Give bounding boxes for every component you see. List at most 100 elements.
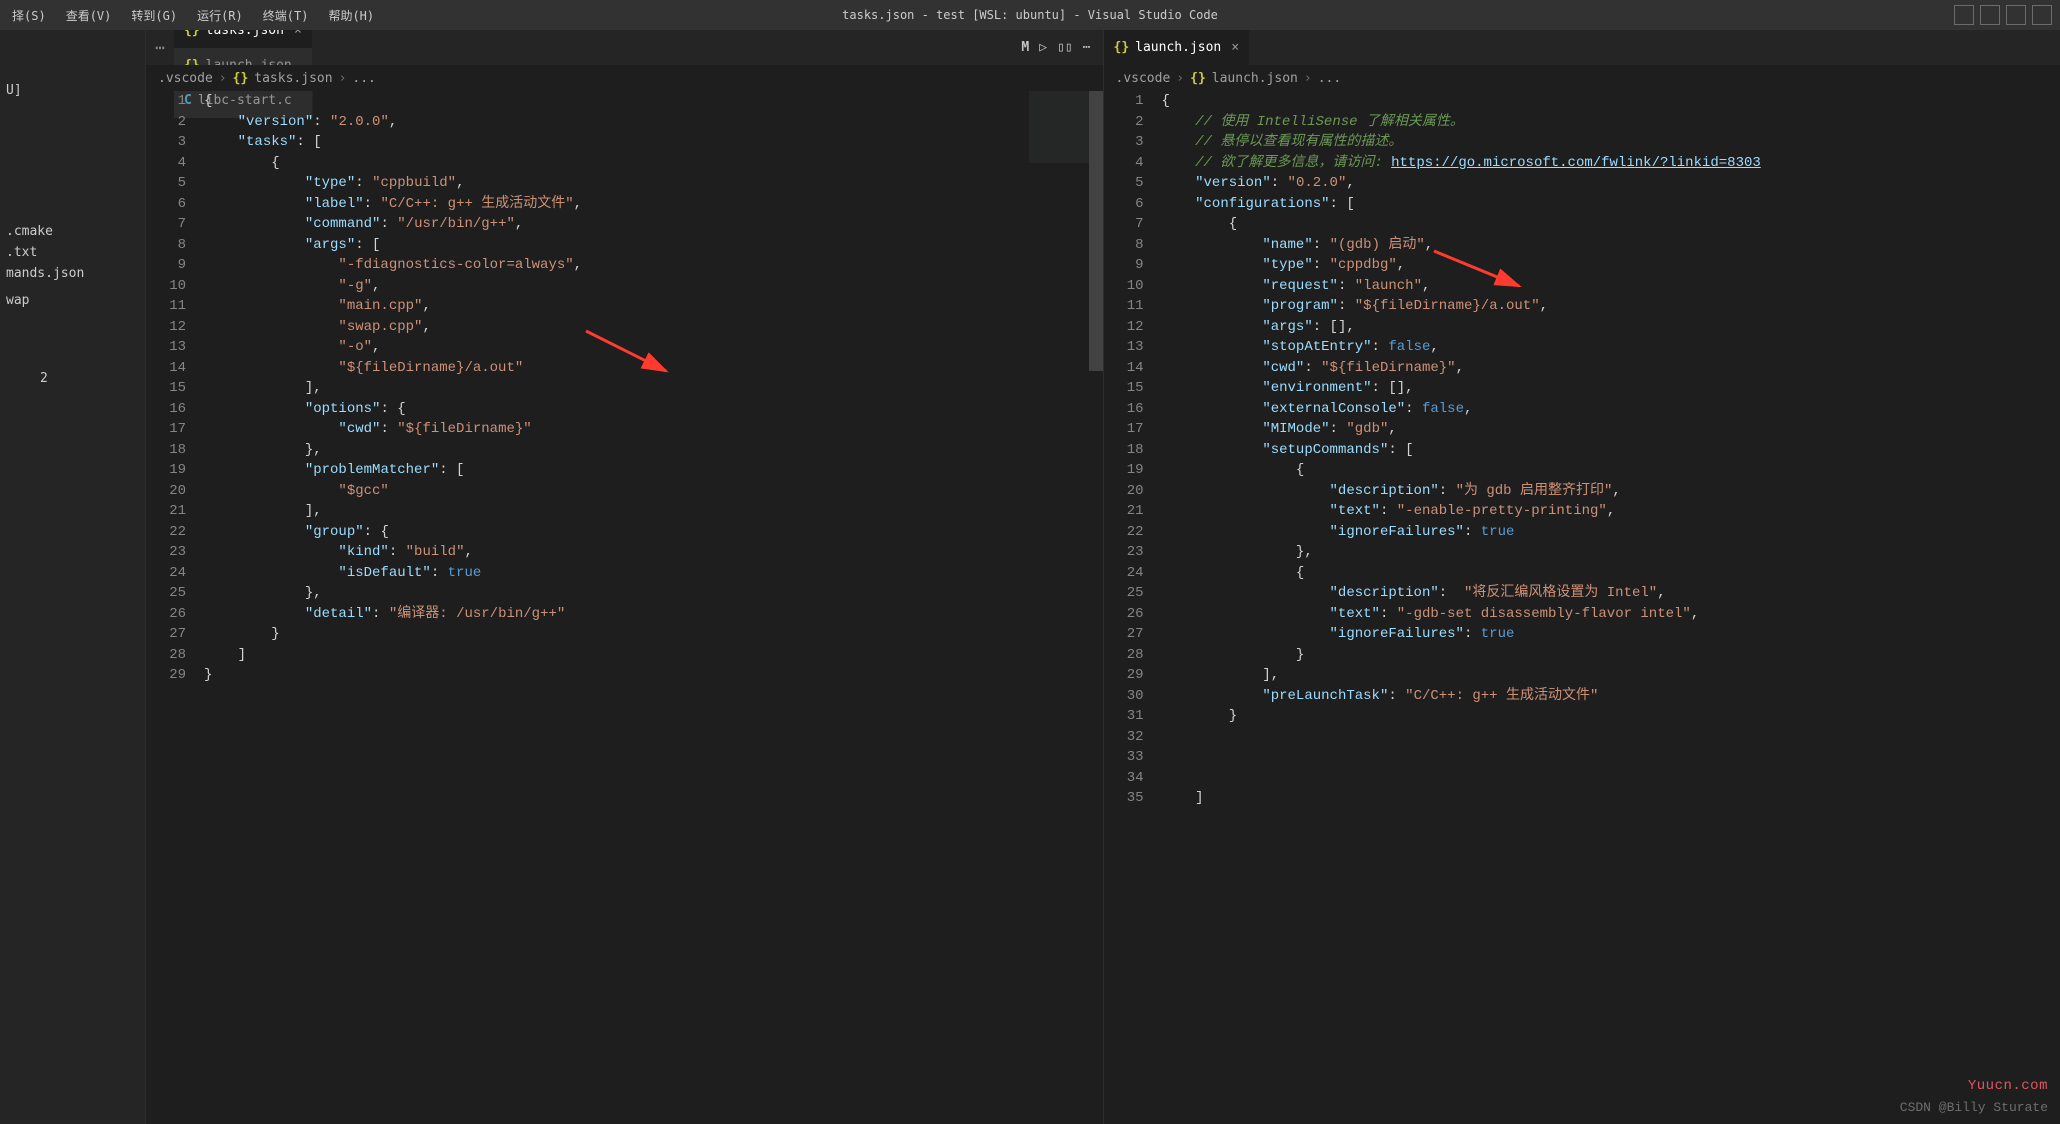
code-line[interactable]: "type": "cppbuild", xyxy=(204,173,1103,194)
code-line[interactable]: "group": { xyxy=(204,522,1103,543)
code-line[interactable]: "preLaunchTask": "C/C++: g++ 生成活动文件" xyxy=(1162,686,2060,707)
code-line[interactable]: "setupCommands": [ xyxy=(1162,440,2060,461)
markdown-icon[interactable]: M xyxy=(1021,40,1029,55)
code-line[interactable]: "main.cpp", xyxy=(204,296,1103,317)
code-line[interactable]: "kind": "build", xyxy=(204,542,1103,563)
layout-toggle-2[interactable] xyxy=(1980,5,2000,25)
layout-toggle-1[interactable] xyxy=(1954,5,1974,25)
code-line[interactable]: "${fileDirname}/a.out" xyxy=(204,358,1103,379)
sidebar-item[interactable]: mands.json xyxy=(0,263,145,284)
code-line[interactable]: "ignoreFailures": true xyxy=(1162,522,2060,543)
code-line[interactable]: "cwd": "${fileDirname}" xyxy=(204,419,1103,440)
code-line[interactable]: "detail": "编译器: /usr/bin/g++" xyxy=(204,604,1103,625)
code-line[interactable]: "description": "为 gdb 启用整齐打印", xyxy=(1162,481,2060,502)
code-line[interactable]: }, xyxy=(204,583,1103,604)
code-line[interactable]: "configurations": [ xyxy=(1162,194,2060,215)
breadcrumb-folder[interactable]: .vscode xyxy=(158,71,213,86)
breadcrumb[interactable]: .vscode › {} tasks.json › ... xyxy=(146,65,1103,91)
code-line[interactable]: { xyxy=(204,153,1103,174)
code-line[interactable]: ] xyxy=(204,645,1103,666)
editor-body[interactable]: 1234567891011121314151617181920212223242… xyxy=(146,91,1103,1124)
run-icon[interactable]: ▷ xyxy=(1039,40,1047,55)
tab-tasks-json[interactable]: {}tasks.json× xyxy=(174,30,313,48)
code-line[interactable]: "command": "/usr/bin/g++", xyxy=(204,214,1103,235)
tab-overflow-icon[interactable]: ⋯ xyxy=(146,38,174,57)
close-icon[interactable]: × xyxy=(1231,40,1239,55)
code-content[interactable]: { // 使用 IntelliSense 了解相关属性。 // 悬停以查看现有属… xyxy=(1162,91,2060,1124)
code-line[interactable]: "MIMode": "gdb", xyxy=(1162,419,2060,440)
code-line[interactable]: // 欲了解更多信息，请访问: https://go.microsoft.com… xyxy=(1162,153,2060,174)
code-line[interactable]: "externalConsole": false, xyxy=(1162,399,2060,420)
code-line[interactable]: "tasks": [ xyxy=(204,132,1103,153)
code-line[interactable]: "cwd": "${fileDirname}", xyxy=(1162,358,2060,379)
code-line[interactable] xyxy=(1162,768,2060,789)
menu-goto[interactable]: 转到(G) xyxy=(123,3,185,28)
code-line[interactable]: "-g", xyxy=(204,276,1103,297)
split-editor-icon[interactable]: ▯▯ xyxy=(1057,40,1073,55)
code-line[interactable]: "swap.cpp", xyxy=(204,317,1103,338)
sidebar-item[interactable]: .cmake xyxy=(0,221,145,242)
layout-toggle-3[interactable] xyxy=(2006,5,2026,25)
code-line[interactable]: "description": "将反汇编风格设置为 Intel", xyxy=(1162,583,2060,604)
code-line[interactable]: } xyxy=(1162,645,2060,666)
editor-body[interactable]: 1234567891011121314151617181920212223242… xyxy=(1104,91,2060,1124)
code-line[interactable]: "type": "cppdbg", xyxy=(1162,255,2060,276)
code-line[interactable]: "isDefault": true xyxy=(204,563,1103,584)
code-line[interactable]: "-fdiagnostics-color=always", xyxy=(204,255,1103,276)
code-line[interactable]: "-o", xyxy=(204,337,1103,358)
code-line[interactable]: ] xyxy=(1162,788,2060,809)
menu-help[interactable]: 帮助(H) xyxy=(320,3,382,28)
code-line[interactable]: } xyxy=(204,624,1103,645)
code-line[interactable]: ], xyxy=(204,501,1103,522)
breadcrumb-folder[interactable]: .vscode xyxy=(1116,71,1171,86)
code-line[interactable]: "version": "0.2.0", xyxy=(1162,173,2060,194)
code-line[interactable]: ], xyxy=(204,378,1103,399)
code-line[interactable]: } xyxy=(1162,706,2060,727)
code-line[interactable]: { xyxy=(1162,460,2060,481)
sidebar-item[interactable]: .txt xyxy=(0,242,145,263)
code-line[interactable]: "$gcc" xyxy=(204,481,1103,502)
breadcrumb-file[interactable]: launch.json xyxy=(1212,71,1298,86)
code-line[interactable]: { xyxy=(1162,91,2060,112)
layout-toggle-4[interactable] xyxy=(2032,5,2052,25)
code-line[interactable]: { xyxy=(1162,214,2060,235)
minimap[interactable] xyxy=(1029,91,1089,1124)
breadcrumb-symbol[interactable]: ... xyxy=(352,71,375,86)
code-line[interactable]: // 使用 IntelliSense 了解相关属性。 xyxy=(1162,112,2060,133)
code-line[interactable]: "stopAtEntry": false, xyxy=(1162,337,2060,358)
code-line[interactable]: "problemMatcher": [ xyxy=(204,460,1103,481)
menu-run[interactable]: 运行(R) xyxy=(189,3,251,28)
code-line[interactable]: // 悬停以查看现有属性的描述。 xyxy=(1162,132,2060,153)
code-line[interactable]: "args": [], xyxy=(1162,317,2060,338)
breadcrumb[interactable]: .vscode › {} launch.json › ... xyxy=(1104,65,2060,91)
close-icon[interactable]: × xyxy=(294,30,302,38)
more-actions-icon[interactable]: ⋯ xyxy=(1083,40,1091,55)
code-line[interactable]: "environment": [], xyxy=(1162,378,2060,399)
code-line[interactable]: ], xyxy=(1162,665,2060,686)
code-line[interactable]: "text": "-enable-pretty-printing", xyxy=(1162,501,2060,522)
menu-terminal[interactable]: 终端(T) xyxy=(255,3,317,28)
breadcrumb-file[interactable]: tasks.json xyxy=(254,71,332,86)
code-line[interactable]: "name": "(gdb) 启动", xyxy=(1162,235,2060,256)
code-line[interactable]: "args": [ xyxy=(204,235,1103,256)
code-line[interactable]: "version": "2.0.0", xyxy=(204,112,1103,133)
code-line[interactable]: "options": { xyxy=(204,399,1103,420)
code-line[interactable]: "program": "${fileDirname}/a.out", xyxy=(1162,296,2060,317)
code-line[interactable]: { xyxy=(204,91,1103,112)
code-line[interactable]: "text": "-gdb-set disassembly-flavor int… xyxy=(1162,604,2060,625)
code-line[interactable]: } xyxy=(204,665,1103,686)
code-line[interactable] xyxy=(1162,747,2060,768)
code-line[interactable]: }, xyxy=(204,440,1103,461)
sidebar-item[interactable]: wap xyxy=(0,290,145,311)
scrollbar-thumb[interactable] xyxy=(1089,91,1103,371)
menu-view[interactable]: 查看(V) xyxy=(58,3,120,28)
menu-select[interactable]: 择(S) xyxy=(4,3,54,28)
scrollbar-vertical[interactable] xyxy=(1089,91,1103,1124)
code-line[interactable]: "ignoreFailures": true xyxy=(1162,624,2060,645)
code-line[interactable]: { xyxy=(1162,563,2060,584)
code-line[interactable]: "request": "launch", xyxy=(1162,276,2060,297)
code-line[interactable]: "label": "C/C++: g++ 生成活动文件", xyxy=(204,194,1103,215)
code-content[interactable]: { "version": "2.0.0", "tasks": [ { "type… xyxy=(204,91,1103,1124)
tab-launch-json[interactable]: {}launch.json× xyxy=(1104,30,1251,65)
code-line[interactable]: }, xyxy=(1162,542,2060,563)
